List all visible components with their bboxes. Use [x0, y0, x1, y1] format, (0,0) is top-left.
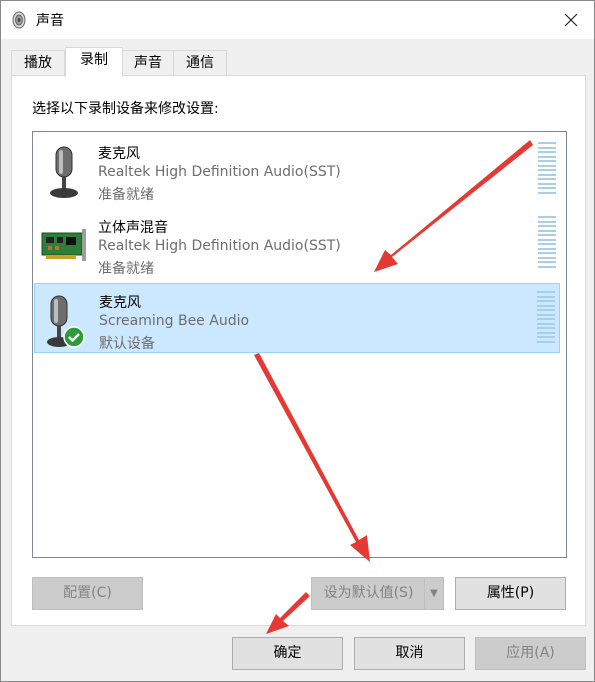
device-status: 准备就绪 [98, 261, 154, 277]
set-default-label: 设为默认值(S) [323, 585, 414, 601]
properties-button[interactable]: 属性(P) [455, 577, 566, 610]
device-item-selected[interactable]: 麦克风 Screaming Bee Audio 默认设备 [34, 283, 560, 353]
level-meter [538, 142, 556, 194]
device-status: 默认设备 [99, 336, 155, 352]
window-title: 声音 [36, 13, 64, 29]
microphone-icon [50, 146, 78, 198]
device-item[interactable]: 立体声混音 Realtek High Definition Audio(SST)… [34, 209, 560, 277]
device-name: 麦克风 [98, 146, 140, 162]
level-meter [537, 291, 555, 343]
close-button[interactable] [548, 1, 594, 39]
title-bar: 声音 [1, 1, 594, 39]
device-name: 麦克风 [99, 295, 141, 311]
tab-communications[interactable]: 通信 [173, 50, 227, 75]
instruction-text: 选择以下录制设备来修改设置: [32, 101, 219, 117]
device-description: Screaming Bee Audio [99, 313, 250, 329]
recording-panel: 选择以下录制设备来修改设置: 麦克风 Realtek High Definiti… [11, 75, 586, 626]
sound-card-icon [41, 229, 86, 261]
tab-recording[interactable]: 录制 [65, 47, 123, 77]
apply-button[interactable]: 应用(A) [475, 637, 586, 670]
device-status: 准备就绪 [98, 187, 154, 203]
level-meter [538, 216, 556, 268]
tab-playback[interactable]: 播放 [11, 50, 65, 75]
device-name: 立体声混音 [98, 220, 168, 236]
device-item[interactable]: 麦克风 Realtek High Definition Audio(SST) 准… [34, 135, 560, 203]
close-icon [564, 13, 578, 27]
ok-button[interactable]: 确定 [232, 637, 343, 670]
tab-sounds[interactable]: 声音 [121, 50, 175, 75]
device-description: Realtek High Definition Audio(SST) [98, 238, 341, 254]
device-description: Realtek High Definition Audio(SST) [98, 164, 341, 180]
sound-dialog: 声音 播放 录制 声音 通信 选择以下录制设备来修改设置: 麦克风 Realte… [0, 0, 595, 682]
speaker-icon [12, 11, 26, 29]
set-default-button[interactable]: 设为默认值(S) ▼ [311, 577, 444, 610]
configure-button[interactable]: 配置(C) [32, 577, 143, 610]
chevron-down-icon[interactable]: ▼ [424, 578, 443, 609]
device-list[interactable]: 麦克风 Realtek High Definition Audio(SST) 准… [32, 131, 567, 558]
cancel-button[interactable]: 取消 [354, 637, 465, 670]
default-check-icon [63, 326, 85, 348]
